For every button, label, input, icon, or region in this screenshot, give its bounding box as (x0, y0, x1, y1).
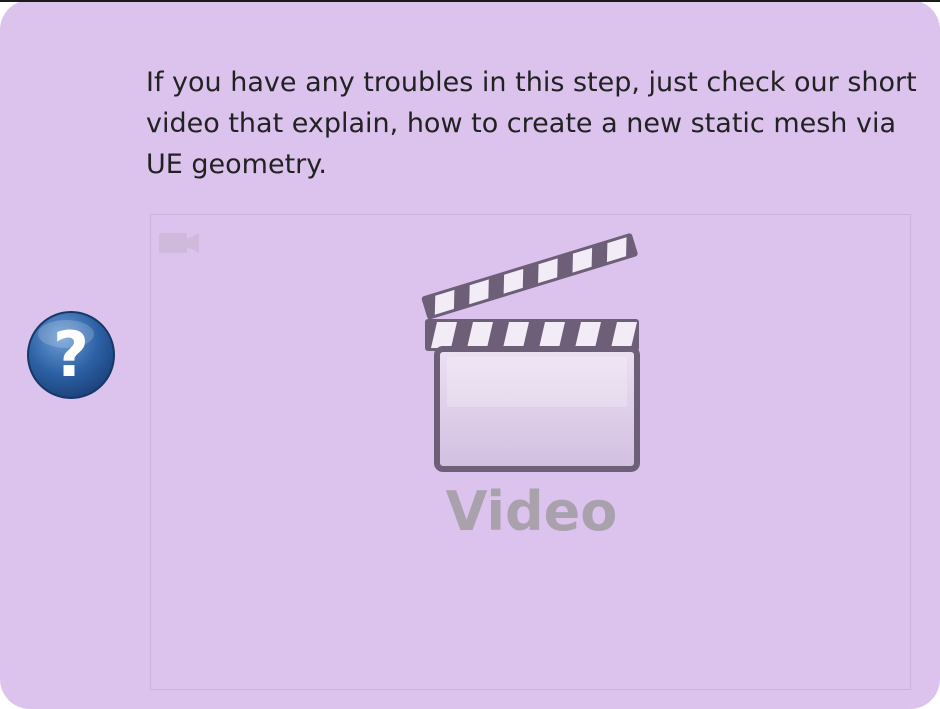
help-note-text: If you have any troubles in this step, j… (146, 67, 917, 180)
video-camera-icon (159, 233, 199, 253)
video-placeholder-label: Video (445, 480, 618, 543)
question-mark-icon: ? (27, 311, 115, 399)
video-embed[interactable]: Video (150, 214, 911, 690)
clapperboard-icon (421, 233, 640, 472)
svg-text:?: ? (53, 318, 89, 391)
top-divider (0, 0, 940, 2)
help-note-box: ? If you have any troubles in this step,… (0, 0, 940, 709)
